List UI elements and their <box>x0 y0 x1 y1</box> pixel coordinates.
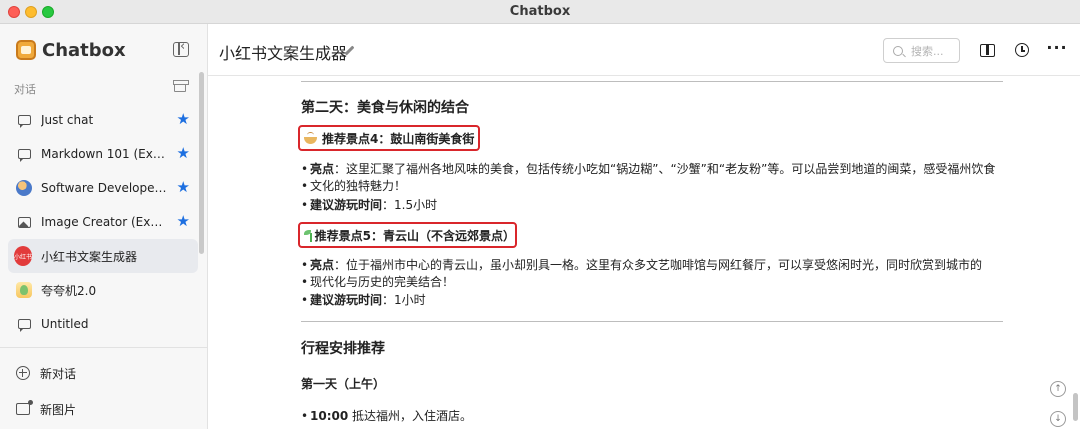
day1-morning-heading: 第一天（上午） <box>301 377 386 391</box>
new-image-icon <box>16 400 33 415</box>
chat-bubble-icon <box>16 146 32 162</box>
conversation-item-just-chat[interactable]: Just chat ★ <box>8 103 198 137</box>
conversation-item-kuakua[interactable]: 夸夸机2.0 <box>8 273 198 307</box>
edit-pencil-icon[interactable] <box>344 45 356 57</box>
chat-bubble-icon <box>16 112 32 128</box>
scroll-up-button[interactable]: ↑ <box>1050 381 1066 397</box>
message-content: 第二天：美食与休闲的结合 推荐景点4：鼓山南街美食街 亮点：这里汇聚了福州各地风… <box>208 77 1068 429</box>
conversation-label: Markdown 101 (Example) <box>41 147 169 161</box>
developer-avatar-icon <box>16 180 32 196</box>
more-dots-icon: ··· <box>1046 38 1068 57</box>
history-icon <box>1015 43 1029 57</box>
spot4-highlight: 亮点：这里汇聚了福州各地风味的美食，包括传统小吃如“锅边糊”、“沙蟹”和“老友粉… <box>301 161 1010 178</box>
app-window: Chatbox Chatbox 对话 Just chat ★ Markdown … <box>0 0 1080 429</box>
conversation-label: Just chat <box>41 113 94 127</box>
conversation-item-untitled[interactable]: Untitled <box>8 307 198 341</box>
new-chat-button[interactable]: 新对话 <box>16 363 76 383</box>
conversation-item-image-creator[interactable]: Image Creator (Example) ★ <box>8 205 198 239</box>
sidebar-scrollbar[interactable] <box>199 72 204 254</box>
divider <box>301 321 1003 322</box>
search-icon <box>893 45 903 56</box>
title-bar: Chatbox <box>0 0 1080 24</box>
spot4-title: 推荐景点4：鼓山南街美食街 <box>322 131 475 146</box>
kuakua-avatar-icon <box>16 282 32 298</box>
collapse-sidebar-icon[interactable] <box>173 39 189 57</box>
conversation-item-xiaohongshu[interactable]: 小红书 小红书文案生成器 <box>8 239 198 273</box>
day2-heading: 第二天：美食与休闲的结合 <box>301 100 469 116</box>
spot5-title-box: 推荐景点5：青云山（不含远郊景点） <box>298 222 517 248</box>
brand-name: Chatbox <box>42 39 126 61</box>
conversation-label: Image Creator (Example) <box>41 215 169 229</box>
chatbox-logo-icon <box>16 40 36 60</box>
conversation-item-software-developer[interactable]: Software Developer (Example) ★ <box>8 171 198 205</box>
sidebar: Chatbox 对话 Just chat ★ Markdown 101 (Exa… <box>0 24 208 429</box>
spot5-title: 推荐景点5：青云山（不含远郊景点） <box>314 228 515 243</box>
schedule-item: 10:00 抵达福州，入住酒店。 <box>301 408 1010 425</box>
more-options-button[interactable]: ··· <box>1046 38 1068 58</box>
chat-title: 小红书文案生成器 <box>219 44 348 63</box>
plus-circle-icon <box>16 366 30 380</box>
star-icon[interactable]: ★ <box>177 111 190 127</box>
scroll-down-button[interactable]: ↓ <box>1050 411 1066 427</box>
chat-bubble-icon <box>16 316 32 332</box>
divider <box>301 81 1003 82</box>
time-value: ：1小时 <box>382 293 426 307</box>
image-icon <box>16 214 32 230</box>
star-icon[interactable]: ★ <box>177 179 190 195</box>
spot5-time: 建议游玩时间：1小时 <box>301 292 1010 309</box>
spot4-title-box: 推荐景点4：鼓山南街美食街 <box>298 125 480 151</box>
spot5-highlight: 亮点：位于福州市中心的青云山，虽小却别具一格。这里有众多文艺咖啡馆与网红餐厅，可… <box>301 257 1010 274</box>
time-label: 建议游玩时间 <box>310 198 383 212</box>
new-image-label: 新图片 <box>40 402 77 417</box>
schedule-heading: 行程安排推荐 <box>301 341 385 357</box>
star-icon[interactable]: ★ <box>177 145 190 161</box>
conversation-label: Software Developer (Example) <box>41 181 169 195</box>
spot4-highlight-cont: 文化的独特魅力！ <box>301 178 1010 195</box>
highlight-text: ：位于福州市中心的青云山，虽小却别具一格。这里有众多文艺咖啡馆与网红餐厅，可以享… <box>334 258 983 272</box>
highlight-label: 亮点 <box>310 258 335 272</box>
conversation-label: 夸夸机2.0 <box>41 283 97 298</box>
sprout-icon <box>304 229 312 242</box>
highlight-text-continued: 现代化与历史的完美结合！ <box>310 275 455 289</box>
main-scrollbar[interactable] <box>1073 393 1078 421</box>
conversation-list: Just chat ★ Markdown 101 (Example) ★ Sof… <box>8 103 198 341</box>
conversation-label: 小红书文案生成器 <box>41 249 138 264</box>
split-view-button[interactable] <box>979 42 995 58</box>
search-input[interactable]: 搜索... <box>883 38 960 63</box>
archive-icon[interactable] <box>173 80 189 92</box>
history-button[interactable] <box>1014 42 1030 58</box>
spot4-time: 建议游玩时间：1.5小时 <box>301 197 1010 214</box>
conversations-section-label: 对话 <box>14 83 36 96</box>
highlight-text: ：这里汇聚了福州各地风味的美食，包括传统小吃如“锅边糊”、“沙蟹”和“老友粉”等… <box>334 162 996 176</box>
highlight-text-continued: 文化的独特魅力！ <box>310 179 407 193</box>
schedule-time: 10:00 <box>310 409 349 423</box>
spot5-highlight-cont: 现代化与历史的完美结合！ <box>301 274 1010 291</box>
noodle-bowl-icon <box>304 131 317 145</box>
highlight-label: 亮点 <box>310 162 335 176</box>
new-image-button[interactable]: 新图片 <box>16 399 76 419</box>
conversation-label: Untitled <box>41 317 89 331</box>
schedule-text: 抵达福州，入住酒店。 <box>348 409 473 423</box>
time-value: ：1.5小时 <box>382 198 438 212</box>
search-placeholder: 搜索... <box>911 44 944 58</box>
star-icon[interactable]: ★ <box>177 213 190 229</box>
chat-header: 小红书文案生成器 搜索... ··· <box>208 24 1080 76</box>
sidebar-divider <box>0 347 207 348</box>
window-title: Chatbox <box>509 4 571 19</box>
split-view-icon <box>979 43 995 57</box>
xiaohongshu-avatar-icon: 小红书 <box>14 246 32 266</box>
time-label: 建议游玩时间 <box>310 293 383 307</box>
brand: Chatbox <box>16 38 126 62</box>
new-chat-label: 新对话 <box>40 366 77 381</box>
conversation-item-markdown-101[interactable]: Markdown 101 (Example) ★ <box>8 137 198 171</box>
